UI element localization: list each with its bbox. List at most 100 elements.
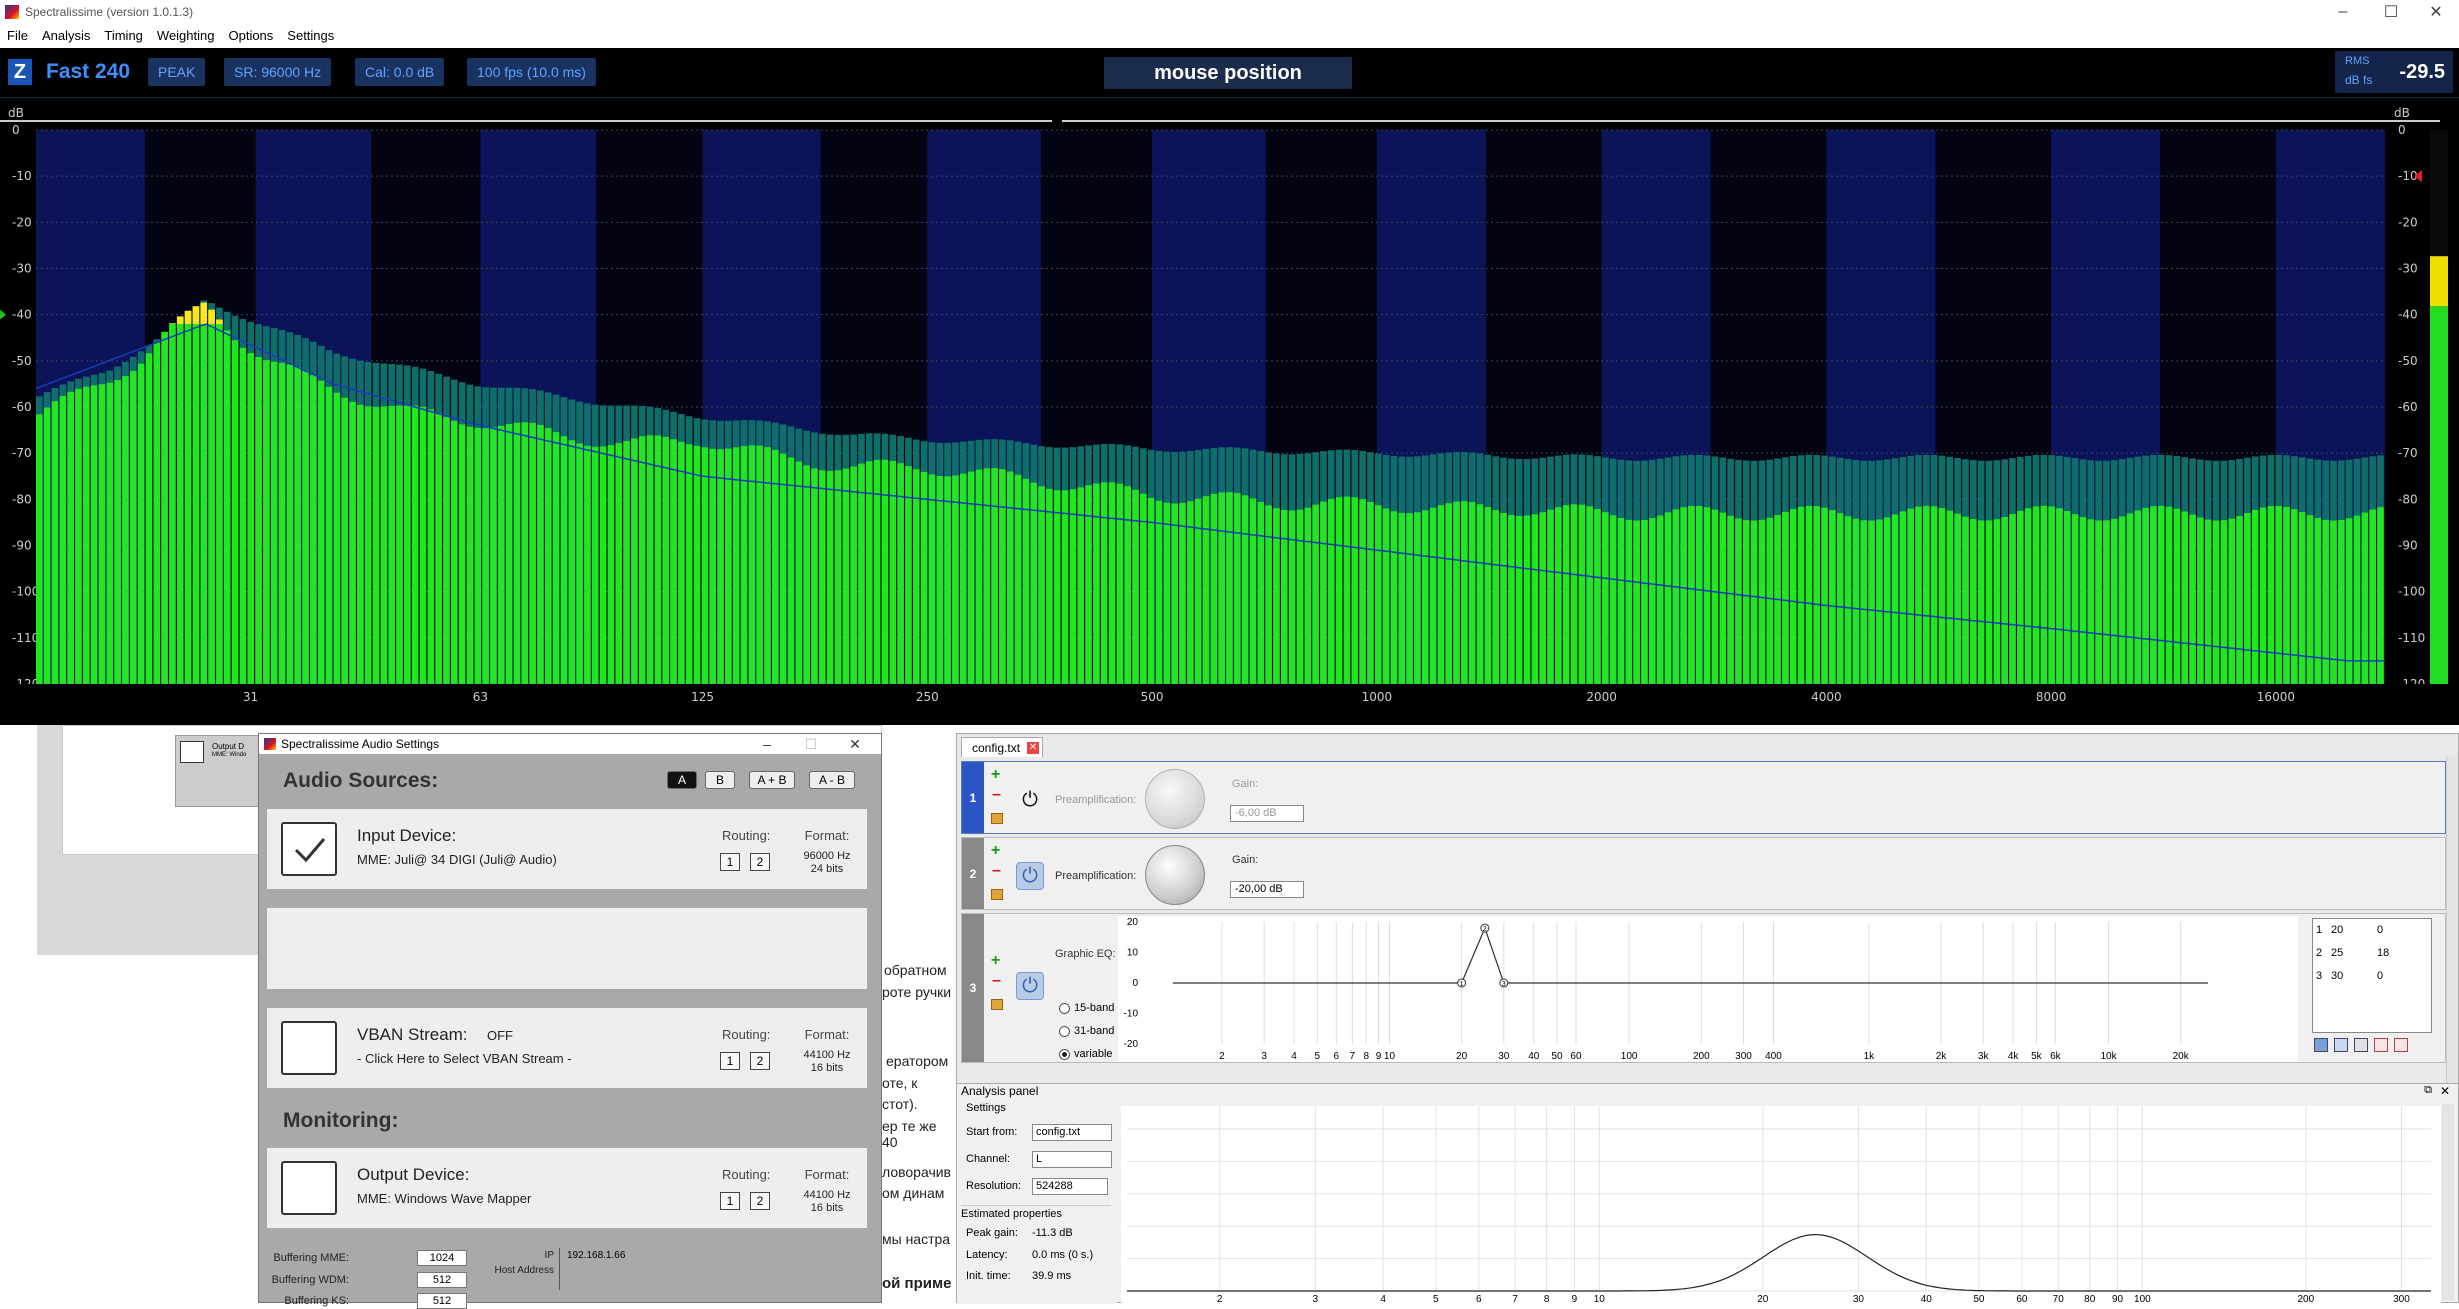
- menu-timing[interactable]: Timing: [97, 28, 150, 43]
- output-device-name[interactable]: MME: Windows Wave Mapper: [357, 1191, 531, 1206]
- config-scrollbar[interactable]: [2446, 756, 2458, 1086]
- gain-spinbox[interactable]: -20,00 dB: [1230, 881, 1304, 898]
- add-icon[interactable]: +: [991, 766, 1000, 784]
- gain-knob[interactable]: [1145, 845, 1205, 905]
- spectrum-bar: [43, 407, 51, 684]
- remove-icon[interactable]: –: [992, 972, 1001, 990]
- spectrum-bar: [1515, 515, 1523, 684]
- mode-label[interactable]: Fast 240: [46, 60, 130, 84]
- eq-point-row[interactable]: 2 25 18: [2313, 942, 2431, 965]
- y-tick-label-right: -50: [2398, 354, 2418, 368]
- close-tab-icon[interactable]: ✕: [1027, 742, 1040, 754]
- float-icon[interactable]: ⧉: [2424, 1084, 2432, 1097]
- vban-select-link[interactable]: - Click Here to Select VBAN Stream -: [357, 1051, 572, 1066]
- eq-point-row[interactable]: 1 20 0: [2313, 919, 2431, 942]
- save-icon[interactable]: [2314, 1038, 2328, 1052]
- menu-analysis[interactable]: Analysis: [35, 28, 97, 43]
- menu-weighting[interactable]: Weighting: [150, 28, 222, 43]
- routing-1-button[interactable]: 1: [720, 1192, 740, 1210]
- eq-31-band-radio[interactable]: 31-band: [1059, 1025, 1114, 1037]
- power-icon[interactable]: ⏻: [1016, 862, 1044, 890]
- spectrum-bar: [529, 422, 536, 684]
- eq-y-tick: 10: [1127, 948, 1139, 959]
- eq-15-band-radio[interactable]: 15-band: [1059, 1002, 1114, 1014]
- invert-icon[interactable]: [2394, 1038, 2408, 1052]
- gain-spinbox[interactable]: -6,00 dB: [1230, 805, 1304, 822]
- analysis-scrollbar[interactable]: [2442, 1104, 2454, 1300]
- remove-icon[interactable]: –: [992, 786, 1001, 804]
- spectrum-bar: [952, 475, 959, 684]
- vban-checkbox[interactable]: [281, 1021, 337, 1075]
- sample-rate-button[interactable]: SR: 96000 Hz: [224, 58, 332, 86]
- response-graph[interactable]: 2345678910203040506070809010020030050-5-…: [1121, 1106, 2441, 1304]
- view-icon[interactable]: [2354, 1038, 2368, 1052]
- source-a-button[interactable]: A: [667, 771, 697, 789]
- eq-variable-radio[interactable]: variable: [1059, 1048, 1113, 1060]
- minimize-button[interactable]: –: [2320, 0, 2366, 23]
- buffering-mme-input[interactable]: 1024: [417, 1250, 467, 1266]
- routing-2-button[interactable]: 2: [750, 1192, 770, 1210]
- peak-button[interactable]: PEAK: [148, 58, 206, 86]
- input-device-checkbox[interactable]: [281, 822, 337, 876]
- gain-knob[interactable]: [1145, 769, 1205, 829]
- buffering-wdm-input[interactable]: 512: [417, 1272, 467, 1288]
- config-tab[interactable]: config.txt ✕: [961, 737, 1044, 757]
- menu-file[interactable]: File: [0, 28, 35, 43]
- edit-icon[interactable]: [991, 813, 1003, 824]
- start-from-select[interactable]: config.txt: [1032, 1124, 1112, 1141]
- reset-icon[interactable]: [2374, 1038, 2388, 1052]
- bg-text: мы настра: [882, 1231, 951, 1247]
- load-icon[interactable]: [2334, 1038, 2348, 1052]
- output-device-card[interactable]: Output Device: MME: Windows Wave Mapper …: [267, 1148, 867, 1228]
- spectrum-bar: [2361, 512, 2369, 684]
- filter-row[interactable]: 1 + – ⏻ Preamplification: Gain: -6,00 dB: [961, 761, 2446, 834]
- input-device-name[interactable]: MME: Juli@ 34 DIGI (Juli@ Audio): [357, 852, 557, 867]
- menu-settings[interactable]: Settings: [280, 28, 341, 43]
- zoom-logo-button[interactable]: Z: [8, 59, 32, 85]
- vban-stream-card[interactable]: VBAN Stream: OFF - Click Here to Select …: [267, 1008, 867, 1088]
- spectrum-bar: [2173, 508, 2181, 684]
- routing-2-button[interactable]: 2: [750, 1052, 770, 1070]
- input-device-card[interactable]: Input Device: MME: Juli@ 34 DIGI (Juli@ …: [267, 809, 867, 889]
- source-b-button[interactable]: B: [705, 771, 735, 789]
- spectrum-bar: [1030, 482, 1038, 684]
- routing-1-button[interactable]: 1: [720, 1052, 740, 1070]
- fps-button[interactable]: 100 fps (10.0 ms): [467, 58, 596, 86]
- rms-readout[interactable]: RMS dB fs -29.5: [2335, 51, 2453, 93]
- remove-icon[interactable]: –: [992, 862, 1001, 880]
- eq-points-table[interactable]: 1 20 0 2 25 18 3 30 0: [2312, 918, 2432, 1033]
- spectrum-bar: [1226, 492, 1233, 684]
- routing-1-button[interactable]: 1: [720, 853, 740, 871]
- spectrum-plot[interactable]: 0 0-10 -10-20 -20-30 -30-40 -40-50 -50-60 -60-7…: [0, 103, 2459, 725]
- buffering-ks-label: Buffering KS:: [284, 1295, 349, 1307]
- spectrum-bar: [2040, 505, 2048, 684]
- close-button[interactable]: ✕: [2413, 0, 2459, 23]
- spectrum-bar: [826, 470, 834, 684]
- routing-2-button[interactable]: 2: [750, 853, 770, 871]
- eq-graph[interactable]: 2 3 4 5 6 7 8 9 10 20 30 40 50 60 100 200 300 400 1k 2k 3k 4k…: [1118, 916, 2298, 1062]
- dialog-close-button[interactable]: ✕: [835, 734, 875, 754]
- dialog-minimize-button[interactable]: –: [747, 734, 787, 754]
- calibration-button[interactable]: Cal: 0.0 dB: [355, 58, 445, 86]
- maximize-button[interactable]: ☐: [2368, 0, 2414, 23]
- close-panel-icon[interactable]: ✕: [2440, 1084, 2450, 1098]
- filter-row[interactable]: 3 + – ⏻ Graphic EQ: 15-band 31-band vari…: [961, 913, 2446, 1063]
- add-icon[interactable]: +: [991, 842, 1000, 860]
- spectrum-bar: [2118, 516, 2126, 684]
- filter-row[interactable]: 2 + – ⏻ Preamplification: Gain: -20,00 d…: [961, 837, 2446, 910]
- resolution-spinbox[interactable]: 524288: [1032, 1178, 1108, 1195]
- eq-point-row[interactable]: 3 30 0: [2313, 965, 2431, 988]
- spectrum-bar: [1108, 482, 1116, 684]
- ip-value[interactable]: 192.168.1.66: [567, 1250, 625, 1261]
- edit-icon[interactable]: [991, 889, 1003, 900]
- add-icon[interactable]: +: [991, 952, 1000, 970]
- source-a-plus-b-button[interactable]: A + B: [749, 771, 795, 789]
- buffering-ks-input[interactable]: 512: [417, 1293, 467, 1309]
- output-device-checkbox[interactable]: [281, 1161, 337, 1215]
- edit-icon[interactable]: [991, 999, 1003, 1010]
- source-a-minus-b-button[interactable]: A - B: [809, 771, 855, 789]
- power-icon[interactable]: ⏻: [1016, 972, 1044, 1000]
- channel-select[interactable]: L: [1032, 1151, 1112, 1168]
- menu-options[interactable]: Options: [221, 28, 280, 43]
- power-icon[interactable]: ⏻: [1016, 786, 1044, 814]
